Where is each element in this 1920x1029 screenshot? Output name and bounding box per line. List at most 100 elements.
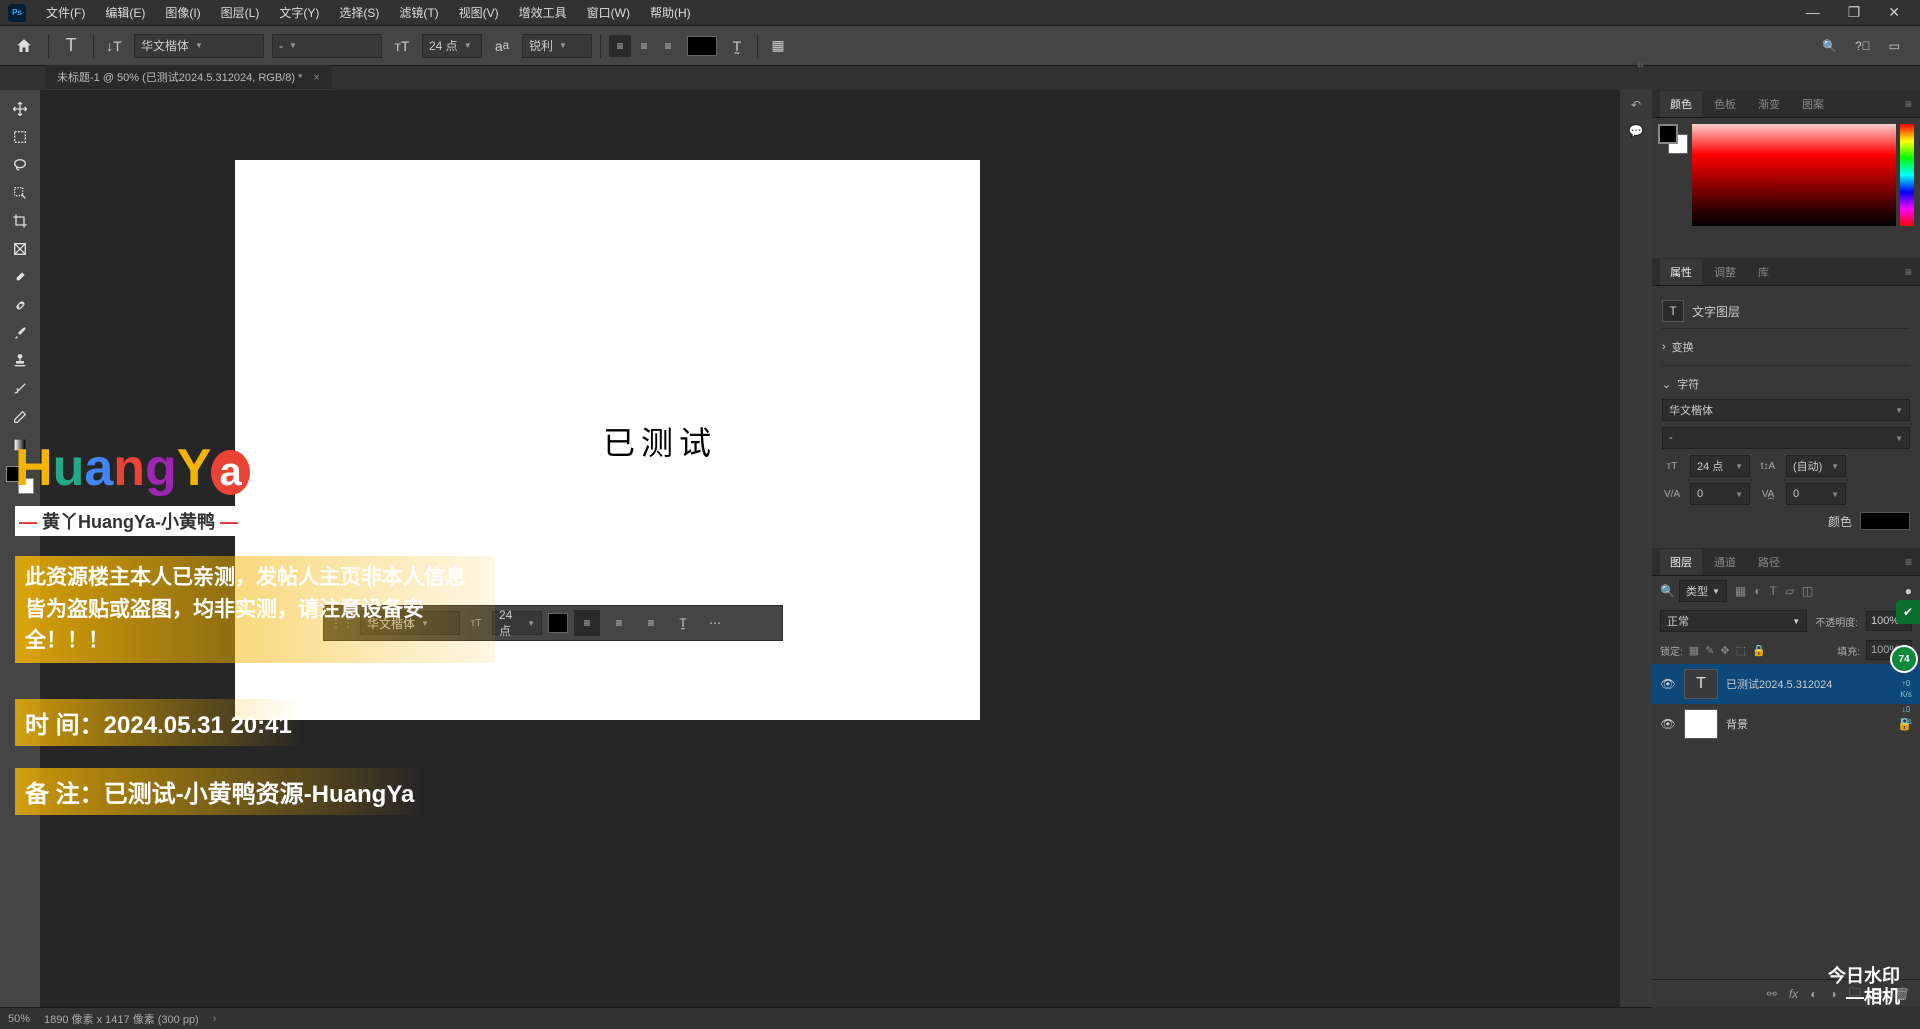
move-tool[interactable] — [4, 96, 36, 122]
prop-font-style[interactable]: -▼ — [1662, 427, 1910, 449]
frame-tool[interactable] — [4, 236, 36, 262]
prop-leading[interactable]: (自动)▼ — [1786, 455, 1846, 477]
filter-shape-icon[interactable]: ▱ — [1785, 584, 1794, 598]
chevron-right-icon[interactable]: › — [213, 1013, 217, 1025]
layer-item[interactable]: 👁 T 已测试2024.5.312024 — [1652, 664, 1920, 704]
history-panel-icon[interactable]: ↶ — [1631, 98, 1641, 112]
menu-plugins[interactable]: 增效工具 — [511, 1, 575, 24]
search-icon[interactable]: 🔍 — [1660, 584, 1675, 598]
align-center-button[interactable]: ≡ — [633, 35, 655, 57]
security-badge-icon[interactable]: ✔ — [1896, 600, 1920, 624]
foreground-color-swatch[interactable] — [6, 466, 22, 482]
ctx-align-right[interactable]: ≡ — [638, 610, 664, 636]
ctx-more-icon[interactable]: ⋯ — [702, 610, 728, 636]
close-tab-icon[interactable]: × — [313, 72, 319, 84]
lock-pixel-icon[interactable]: ✎ — [1705, 644, 1714, 657]
filter-text-icon[interactable]: T — [1769, 584, 1776, 598]
gradient-tool[interactable] — [4, 432, 36, 458]
menu-file[interactable]: 文件(F) — [38, 1, 93, 24]
warp-text-icon[interactable]: T̰ — [725, 34, 749, 58]
lasso-tool[interactable] — [4, 152, 36, 178]
lock-position-icon[interactable]: ✥ — [1720, 644, 1729, 657]
panel-menu-icon[interactable]: ≡ — [1905, 265, 1920, 279]
close-icon[interactable]: ✕ — [1888, 4, 1900, 21]
ctx-warp-text[interactable]: T̰ — [670, 610, 696, 636]
prop-color-swatch[interactable] — [1860, 512, 1910, 530]
menu-edit[interactable]: 编辑(E) — [97, 1, 153, 24]
font-family-select[interactable]: 华文楷体 ▼ — [134, 34, 264, 58]
maximize-icon[interactable]: ❐ — [1848, 4, 1861, 21]
tab-properties[interactable]: 属性 — [1660, 259, 1702, 285]
blend-mode-select[interactable]: 正常 ▼ — [1660, 610, 1807, 632]
document-tab[interactable]: 未标题-1 @ 50% (已测试2024.5.312024, RGB/8) * … — [45, 65, 332, 91]
ctx-size-select[interactable]: 24 点 ▼ — [492, 611, 542, 635]
canvas-text-layer[interactable]: 已测试 — [603, 418, 717, 464]
history-brush-tool[interactable] — [4, 376, 36, 402]
menu-view[interactable]: 视图(V) — [451, 1, 507, 24]
menu-select[interactable]: 选择(S) — [331, 1, 387, 24]
visibility-toggle-icon[interactable]: 👁 — [1660, 717, 1676, 731]
menu-image[interactable]: 图像(I) — [157, 1, 208, 24]
ctx-font-select[interactable]: 华文楷体 ▼ — [360, 611, 460, 635]
antialias-select[interactable]: 锐利 ▼ — [522, 34, 592, 58]
ctx-align-left[interactable]: ≡ — [574, 610, 600, 636]
zoom-level[interactable]: 50% — [8, 1013, 30, 1025]
ctx-color-swatch[interactable] — [548, 613, 568, 633]
grip-icon[interactable]: ⋮⋮ — [330, 616, 354, 630]
comments-panel-icon[interactable]: 💬 — [1629, 124, 1644, 138]
font-style-select[interactable]: - ▼ — [272, 34, 382, 58]
tab-swatches[interactable]: 色板 — [1704, 91, 1746, 117]
visibility-toggle-icon[interactable]: 👁 — [1660, 677, 1676, 691]
tab-layers[interactable]: 图层 — [1660, 549, 1702, 575]
brush-tool[interactable] — [4, 320, 36, 346]
align-right-button[interactable]: ≡ — [657, 35, 679, 57]
tab-gradients[interactable]: 渐变 — [1748, 91, 1790, 117]
tab-channels[interactable]: 通道 — [1704, 549, 1746, 575]
layer-name[interactable]: 已测试2024.5.312024 — [1726, 676, 1832, 692]
layer-thumbnail[interactable]: T — [1684, 669, 1718, 699]
object-select-tool[interactable] — [4, 180, 36, 206]
eraser-tool[interactable] — [4, 404, 36, 430]
layer-name[interactable]: 背景 — [1726, 716, 1748, 732]
transform-header[interactable]: › 变换 — [1662, 335, 1910, 359]
panel-menu-icon[interactable]: ≡ — [1905, 97, 1920, 111]
lock-all-icon[interactable]: 🔒 — [1752, 644, 1766, 657]
lock-artboard-icon[interactable]: ⬚ — [1736, 644, 1746, 657]
layer-mask-icon[interactable]: ◐ — [1810, 987, 1817, 1001]
lock-transparent-icon[interactable]: ▦ — [1689, 644, 1699, 657]
link-layers-icon[interactable]: ⚯ — [1767, 987, 1777, 1001]
tab-paths[interactable]: 路径 — [1748, 549, 1790, 575]
filter-toggle-icon[interactable]: ● — [1905, 584, 1912, 598]
tab-color[interactable]: 颜色 — [1660, 91, 1702, 117]
stamp-tool[interactable] — [4, 348, 36, 374]
tab-libraries[interactable]: 库 — [1748, 259, 1779, 285]
text-tool-icon[interactable]: T — [57, 32, 85, 60]
eyedropper-tool[interactable] — [4, 264, 36, 290]
foreground-background-swatch[interactable] — [6, 466, 34, 494]
prop-tracking[interactable]: 0▼ — [1690, 483, 1750, 505]
canvas-area[interactable]: 已测试 ⋮⋮ 华文楷体 ▼ тT 24 点 ▼ ≡ ≡ ≡ T̰ ⋯ — [40, 90, 1620, 1007]
color-field[interactable] — [1692, 124, 1896, 226]
panel-toggle-icon[interactable]: ▦ — [766, 34, 790, 58]
menu-window[interactable]: 窗口(W) — [579, 1, 638, 24]
healing-tool[interactable] — [4, 292, 36, 318]
prop-font-family[interactable]: 华文楷体▼ — [1662, 399, 1910, 421]
text-orientation-icon[interactable]: ↓T — [102, 34, 126, 58]
layer-item[interactable]: 👁 背景 🔒 — [1652, 704, 1920, 744]
ctx-align-center[interactable]: ≡ — [606, 610, 632, 636]
align-left-button[interactable]: ≡ — [609, 35, 631, 57]
menu-filter[interactable]: 滤镜(T) — [391, 1, 446, 24]
filter-pixel-icon[interactable]: ▦ — [1735, 584, 1746, 598]
collapse-panels-icon[interactable]: ‹‹ — [1637, 60, 1644, 71]
character-header[interactable]: ⌄ 字符 — [1662, 372, 1910, 396]
menu-help[interactable]: 帮助(H) — [642, 1, 699, 24]
minimize-icon[interactable]: — — [1806, 4, 1820, 21]
home-button[interactable] — [8, 32, 40, 60]
layer-thumbnail[interactable] — [1684, 709, 1718, 739]
menu-type[interactable]: 文字(Y) — [271, 1, 327, 24]
panel-menu-icon[interactable]: ≡ — [1905, 555, 1920, 569]
prop-font-size[interactable]: 24 点▼ — [1690, 455, 1750, 477]
text-color-swatch[interactable] — [687, 36, 717, 56]
document-dimensions[interactable]: 1890 像素 x 1417 像素 (300 pp) — [44, 1011, 199, 1027]
workspace-icon[interactable]: ▭ — [1889, 39, 1900, 53]
